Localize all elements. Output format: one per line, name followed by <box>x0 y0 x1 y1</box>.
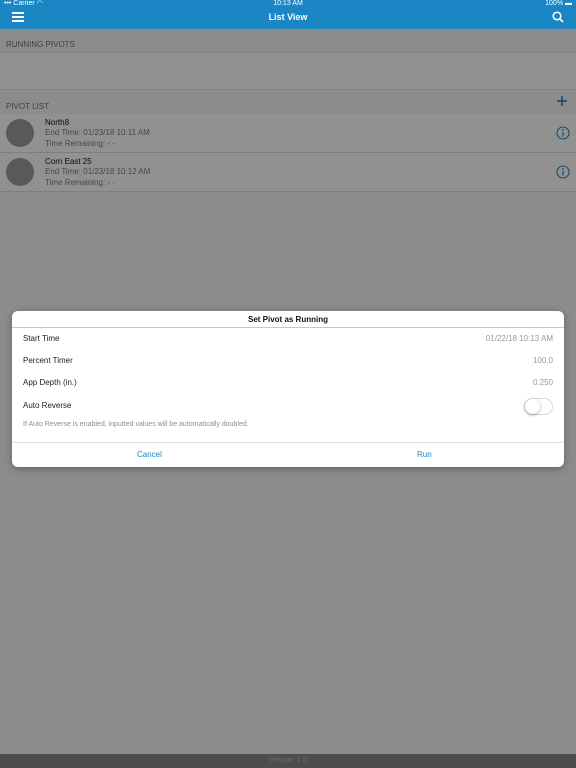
set-pivot-running-dialog: Set Pivot as Running Start Time 01/22/18… <box>12 311 564 467</box>
app-depth-value[interactable]: 0.250 <box>533 378 553 387</box>
auto-reverse-label: Auto Reverse <box>23 401 72 410</box>
dialog-button-bar: Cancel Run <box>12 442 564 467</box>
toggle-knob <box>525 399 540 414</box>
start-time-value[interactable]: 01/22/18 10:13 AM <box>486 334 553 343</box>
search-icon[interactable] <box>552 11 564 23</box>
percent-timer-label: Percent Timer <box>23 356 73 365</box>
cancel-button[interactable]: Cancel <box>137 450 162 459</box>
app-depth-label: App Depth (in.) <box>23 378 77 387</box>
percent-timer-row[interactable]: Percent Timer 100.0 <box>12 351 564 371</box>
auto-reverse-row: Auto Reverse <box>12 396 564 416</box>
start-time-label: Start Time <box>23 334 60 343</box>
start-time-row[interactable]: Start Time 01/22/18 10:13 AM <box>12 329 564 349</box>
nav-bar: List View <box>0 8 576 29</box>
status-bar: ••• Carrier ◠ 10:13 AM 100% ▬ <box>0 0 576 8</box>
run-button[interactable]: Run <box>417 450 432 459</box>
page-title: List View <box>268 12 308 22</box>
percent-timer-value[interactable]: 100.0 <box>533 356 553 365</box>
auto-reverse-toggle[interactable] <box>524 398 553 415</box>
status-time: 10:13 AM <box>273 0 303 7</box>
app-depth-row[interactable]: App Depth (in.) 0.250 <box>12 373 564 393</box>
dialog-title: Set Pivot as Running <box>12 311 564 328</box>
auto-reverse-note: If Auto Reverse is enabled, inputted val… <box>23 421 249 428</box>
battery-label: 100% ▬ <box>545 0 572 7</box>
